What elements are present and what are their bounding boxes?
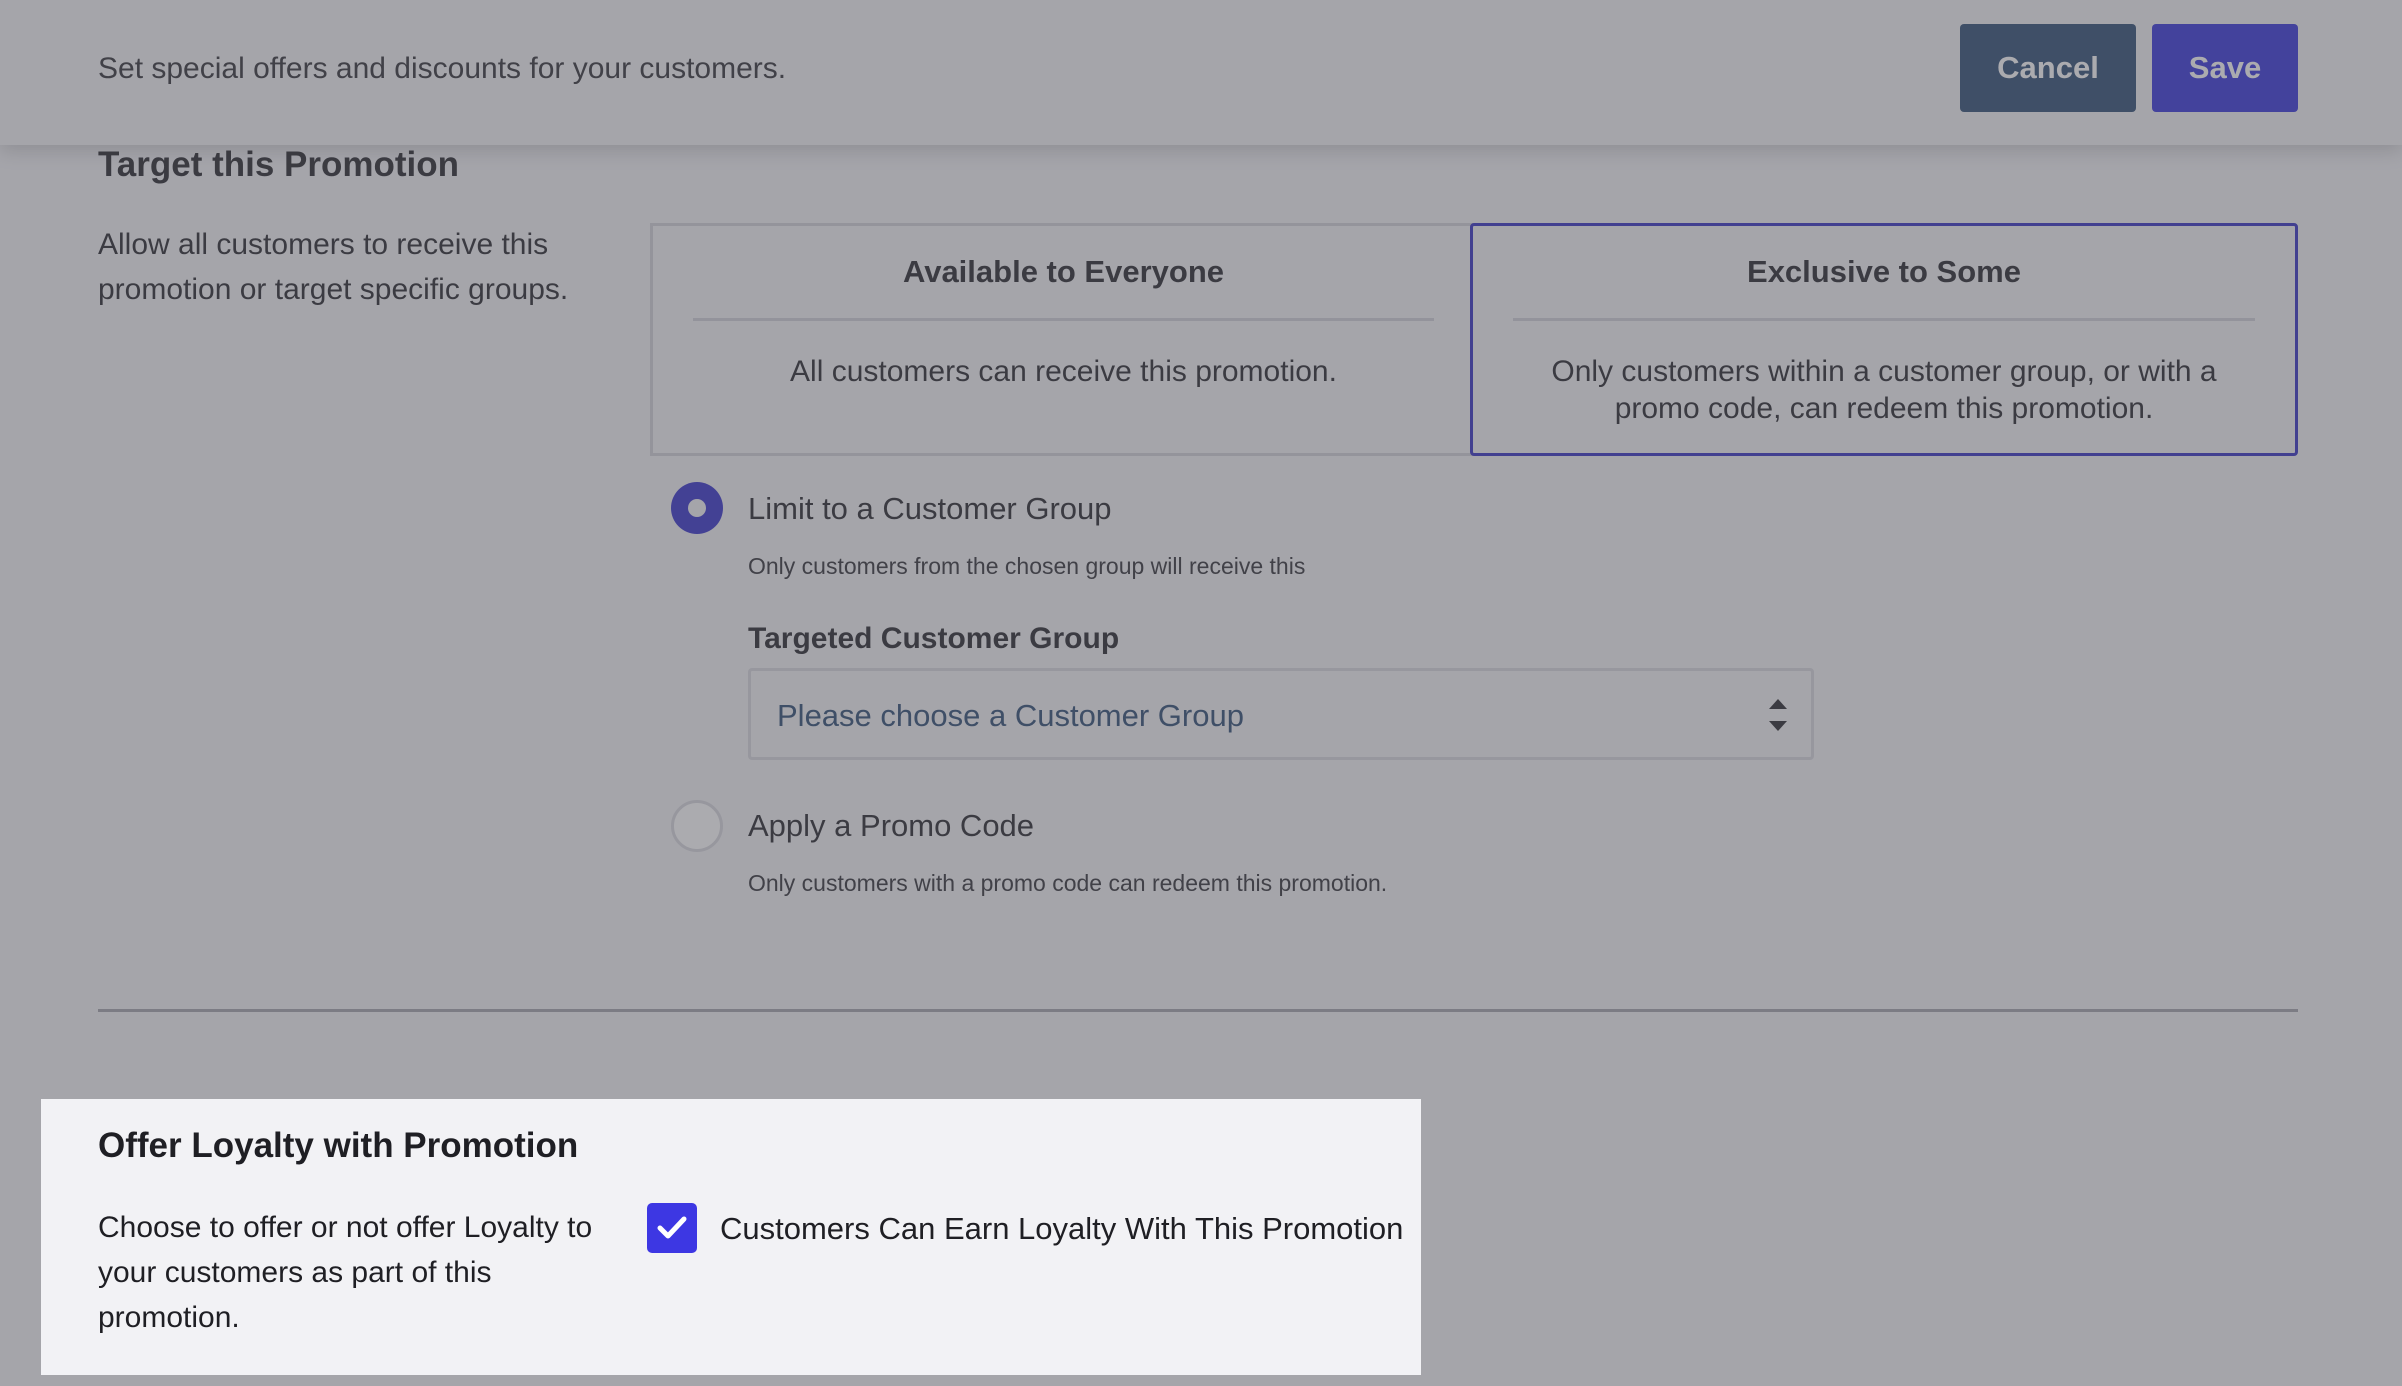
target-section-title: Target this Promotion	[98, 145, 460, 184]
earn-loyalty-checkbox[interactable]	[647, 1203, 697, 1253]
header-subtitle: Set special offers and discounts for you…	[98, 52, 787, 85]
target-section-description: Allow all customers to receive this prom…	[98, 228, 569, 306]
checkmark-icon	[657, 1216, 687, 1239]
apply-promo-code-radio[interactable]	[671, 800, 723, 852]
card-description: All customers can receive this promotion…	[790, 355, 1337, 388]
sort-arrows-icon	[1769, 699, 1787, 731]
apply-promo-code-help: Only customers with a promo code can red…	[748, 870, 1388, 896]
card-divider	[1513, 318, 2255, 321]
targeted-customer-group-label: Targeted Customer Group	[748, 622, 1120, 655]
section-divider	[98, 1009, 2298, 1012]
card-divider	[693, 318, 1434, 321]
card-description: Only customers within a customer group, …	[1551, 355, 2217, 425]
loyalty-section-title: Offer Loyalty with Promotion	[98, 1126, 579, 1165]
save-button[interactable]: Save	[2152, 24, 2298, 112]
page-header: Set special offers and discounts for you…	[0, 0, 2402, 145]
available-to-everyone-card[interactable]: Available to Everyone All customers can …	[650, 223, 1474, 456]
cancel-button[interactable]: Cancel	[1960, 24, 2136, 112]
earn-loyalty-label[interactable]: Customers Can Earn Loyalty With This Pro…	[720, 1209, 1403, 1249]
customer-group-select-value: Please choose a Customer Group	[777, 698, 1244, 733]
limit-customer-group-help: Only customers from the chosen group wil…	[748, 553, 1306, 579]
card-title: Available to Everyone	[902, 254, 1225, 289]
card-title: Exclusive to Some	[1747, 254, 2021, 289]
promotion-settings-page: Set special offers and discounts for you…	[0, 0, 2402, 1386]
apply-promo-code-label[interactable]: Apply a Promo Code	[748, 806, 1034, 846]
loyalty-section: Offer Loyalty with Promotion Choose to o…	[41, 1099, 1421, 1375]
loyalty-section-description: Choose to offer or not offer Loyalty to …	[98, 1211, 593, 1334]
limit-customer-group-radio[interactable]	[671, 482, 723, 534]
exclusive-to-some-card[interactable]: Exclusive to Some Only customers within …	[1470, 223, 2298, 456]
customer-group-select[interactable]: Please choose a Customer Group	[748, 668, 1814, 760]
limit-customer-group-label[interactable]: Limit to a Customer Group	[748, 489, 1112, 529]
